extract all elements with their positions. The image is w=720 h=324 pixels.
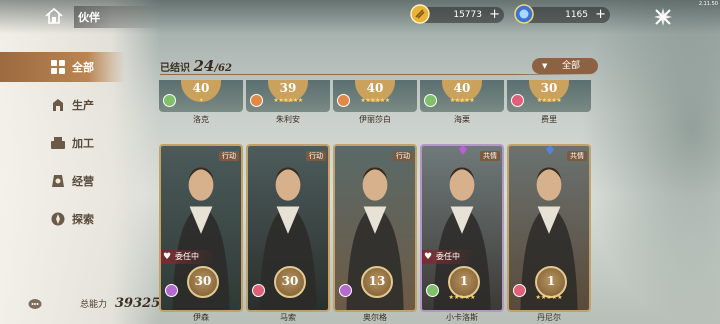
status-tag: 共情 [480, 151, 500, 161]
gem-resource: 1165 + [514, 4, 610, 24]
partner-card[interactable]: 39 ★★★★★★ 朱利安 [246, 80, 330, 124]
all-icon [51, 60, 65, 74]
card-level: 39 [279, 81, 297, 95]
role-badge-icon [424, 94, 437, 107]
gold-coin-icon [410, 4, 430, 24]
role-badge-icon [337, 94, 350, 107]
card-name: 丹尼尔 [537, 313, 561, 322]
sidebar-background [0, 0, 160, 324]
sidebar-item-label: 全部 [72, 61, 94, 74]
card-name: 小卡洛斯 [446, 313, 478, 322]
total-power-label: 总能力 [80, 300, 108, 310]
page-title: 伙伴 [74, 6, 160, 28]
assigned-icon: ♥ [424, 252, 433, 262]
card-level: 40 [453, 81, 471, 95]
gold-value: 15773 [453, 10, 482, 20]
card-level: 1 [546, 274, 556, 288]
partner-card[interactable]: 共情 1 ★★★★★ [507, 144, 591, 312]
sidebar-item-processing[interactable]: 加工 [0, 128, 125, 158]
card-level: 30 [540, 81, 558, 95]
status-tag: 行动 [393, 151, 413, 161]
status-tag: 共情 [567, 151, 587, 161]
card-stars: ★★★★★ [448, 294, 476, 301]
card-name: 费里 [541, 115, 557, 124]
business-icon [52, 175, 64, 187]
role-badge-icon [165, 284, 178, 297]
assigned-badge: ♥ 委任中 [161, 250, 213, 264]
sidebar-item-all[interactable]: 全部 [0, 52, 125, 82]
scenery-background [580, 0, 720, 324]
header-divider [160, 74, 600, 75]
add-gem-button[interactable]: + [595, 7, 606, 22]
card-name: 马索 [280, 313, 296, 322]
owned-count: 已结识 24/62 [160, 57, 232, 75]
sidebar-item-label: 经营 [72, 175, 94, 188]
assigned-label: 委任中 [436, 252, 460, 261]
card-stars: ★★★★★ [535, 294, 563, 301]
role-badge-icon [252, 284, 265, 297]
card-level: 30 [281, 274, 299, 288]
blue-gem-icon [514, 4, 534, 24]
status-tag: 行动 [306, 151, 326, 161]
card-name: 海栗 [454, 115, 470, 124]
filter-label: 全部 [562, 61, 581, 71]
partner-card[interactable]: 40 ★★★★★ 海栗 [420, 80, 504, 124]
card-level: 30 [194, 274, 212, 288]
assigned-badge: ♥ 委任中 [422, 250, 474, 264]
card-name: 洛克 [193, 115, 209, 124]
card-name: 朱利安 [276, 115, 300, 124]
level-medal: 30 [187, 266, 219, 298]
gem-icon [459, 146, 467, 155]
total-power: 总能力 39325 [26, 296, 160, 311]
card-level: 40 [192, 81, 210, 95]
assigned-label: 委任中 [175, 252, 199, 261]
dropdown-arrow-icon: ▼ [542, 62, 548, 70]
level-medal: 13 [361, 266, 393, 298]
partner-card[interactable]: 40 ✦ 洛克 [159, 80, 243, 124]
sidebar-item-label: 加工 [72, 137, 94, 150]
role-badge-icon [339, 284, 352, 297]
total-power-value: 39325 [115, 296, 161, 311]
card-level: 1 [459, 274, 469, 288]
assigned-icon: ♥ [163, 252, 172, 262]
card-level: 40 [366, 81, 384, 95]
close-icon[interactable] [652, 6, 674, 28]
sidebar-item-business[interactable]: 经营 [0, 166, 125, 196]
card-name: 奥尔格 [363, 313, 387, 322]
partner-card[interactable]: 30 ★★★★★ 费里 [507, 80, 591, 124]
owned-number: 24 [193, 57, 215, 75]
card-name: 伊森 [193, 313, 209, 322]
gold-resource: 15773 + [410, 4, 504, 24]
partner-card[interactable]: 行动 ♥ 委任中 30 [159, 144, 243, 312]
owned-total: /62 [214, 63, 232, 74]
processing-icon [51, 137, 65, 149]
gem-icon [546, 146, 554, 155]
explore-icon [51, 212, 65, 226]
partner-card[interactable]: 行动 30 [246, 144, 330, 312]
role-badge-icon [163, 94, 176, 107]
role-badge-icon [511, 94, 524, 107]
production-icon [53, 99, 63, 111]
sidebar-item-production[interactable]: 生产 [0, 90, 125, 120]
partner-card[interactable]: 40 ★★★★★★ 伊丽莎白 [333, 80, 417, 124]
sidebar-item-explore[interactable]: 探索 [0, 204, 125, 234]
filter-dropdown[interactable]: ▼ 全部 [532, 58, 598, 74]
level-medal: 30 [274, 266, 306, 298]
gem-value: 1165 [565, 10, 588, 20]
version-label: 2.11.50 [698, 1, 718, 7]
owned-label: 已结识 [160, 63, 190, 74]
sidebar-item-label: 生产 [72, 99, 94, 112]
card-level: 13 [368, 274, 386, 288]
add-gold-button[interactable]: + [489, 7, 500, 22]
home-icon[interactable] [44, 6, 64, 26]
partner-card[interactable]: 共情 ♥ 委任中 1 ★★★★★ [420, 144, 504, 312]
status-tag: 行动 [219, 151, 239, 161]
card-name: 伊丽莎白 [359, 115, 391, 124]
partner-card[interactable]: 行动 13 [333, 144, 417, 312]
role-badge-icon [250, 94, 263, 107]
sidebar-item-label: 探索 [72, 213, 94, 226]
